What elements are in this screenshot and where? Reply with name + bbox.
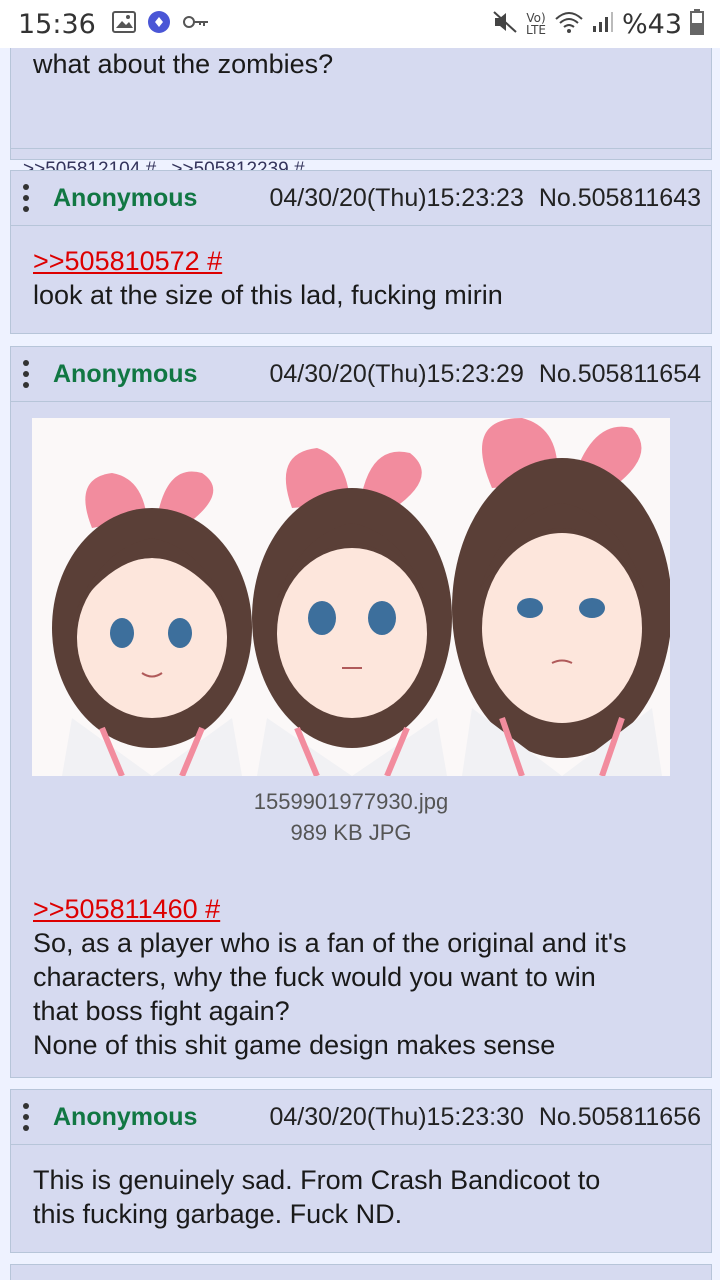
post-text-line: what about the zombies? (33, 49, 334, 79)
post-previous: what about the zombies? >>505812104 # >>… (10, 48, 712, 180)
post: Anonymous 04/30/20(Thu)15:23:30 No.50581… (10, 1089, 712, 1253)
post-menu-icon[interactable] (11, 1090, 41, 1144)
clock: 15:36 (18, 8, 96, 40)
quote-link[interactable]: >>505811460 # (33, 892, 691, 926)
post: Anonymous 04/30/20(Thu)15:23:23 No.50581… (10, 170, 712, 334)
post-menu-icon[interactable] (11, 347, 41, 401)
anime-girls-image (32, 418, 670, 776)
poster-name: Anonymous (53, 359, 198, 388)
post-text-line: This is genuinely sad. From Crash Bandic… (33, 1165, 601, 1195)
post-text-line: None of this shit game design makes sens… (33, 1030, 556, 1060)
gallery-icon (111, 11, 136, 37)
post-text-line: So, as a player who is a fan of the orig… (33, 928, 627, 958)
post-datetime: 04/30/20(Thu)15:23:29 (269, 359, 524, 388)
battery-percent: %43 (621, 8, 682, 40)
poster-name: Anonymous (53, 1102, 198, 1131)
post-text-line: that boss fight again? (33, 996, 290, 1026)
key-icon (182, 13, 210, 35)
shield-icon (146, 9, 172, 39)
post-meta: 04/30/20(Thu)15:23:23 No.505811643 (262, 184, 702, 213)
post-header: Anonymous 04/30/20(Thu)15:23:23 No.50581… (11, 171, 711, 226)
signal-icon (592, 11, 614, 37)
mute-icon (492, 10, 518, 38)
post-meta: 04/30/20(Thu)15:23:30 No.505811656 (262, 1103, 702, 1132)
file-info: 1559901977930.jpg 989 KB JPG (32, 786, 670, 848)
post-body: >>505811460 # So, as a player who is a f… (11, 848, 711, 1080)
battery-icon (690, 9, 704, 39)
file-size: 989 KB JPG (290, 820, 412, 845)
post-next (10, 1264, 712, 1280)
post-body: This is genuinely sad. From Crash Bandic… (11, 1145, 711, 1249)
post-datetime: 04/30/20(Thu)15:23:30 (269, 1102, 524, 1131)
poster-name: Anonymous (53, 183, 198, 212)
post-body: >>505810572 # look at the size of this l… (11, 226, 711, 330)
post-image[interactable] (32, 418, 670, 776)
wifi-icon (554, 10, 584, 38)
post: Anonymous 04/30/20(Thu)15:23:29 No.50581… (10, 346, 712, 1078)
post-text-line: look at the size of this lad, fucking mi… (33, 280, 503, 310)
post-header: Anonymous 04/30/20(Thu)15:23:30 No.50581… (11, 1090, 711, 1145)
post-number[interactable]: No.505811643 (539, 184, 701, 212)
post-text-line: this fucking garbage. Fuck ND. (33, 1199, 403, 1229)
volte-icon: Vo) LTE (526, 11, 546, 37)
post-number[interactable]: No.505811654 (539, 360, 701, 388)
post-number[interactable]: No.505811656 (539, 1103, 701, 1131)
post-datetime: 04/30/20(Thu)15:23:23 (269, 183, 524, 212)
post-header: Anonymous 04/30/20(Thu)15:23:29 No.50581… (11, 347, 711, 402)
post-meta: 04/30/20(Thu)15:23:29 No.505811654 (262, 360, 702, 389)
post-text-line: characters, why the fuck would you want … (33, 962, 596, 992)
status-bar: 15:36 Vo) LTE %43 (0, 0, 720, 48)
quote-link[interactable]: >>505810572 # (33, 244, 691, 278)
file-name[interactable]: 1559901977930.jpg (32, 786, 670, 817)
post-menu-icon[interactable] (11, 171, 41, 225)
